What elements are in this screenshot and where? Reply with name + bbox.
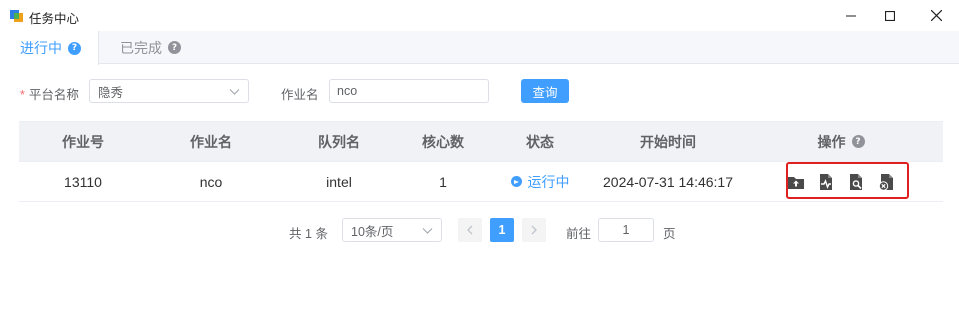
page-size-select[interactable]: 10条/页 (342, 218, 442, 242)
chevron-down-icon (229, 86, 240, 100)
tab-completed[interactable]: 已完成 ? (120, 31, 181, 64)
maximize-icon (885, 10, 895, 21)
running-icon (510, 176, 522, 187)
required-mark: * (20, 88, 25, 102)
cores-cell: 1 (439, 173, 447, 190)
start-time-cell: 2024-07-31 14:46:17 (603, 173, 733, 190)
column-header: 队列名 (318, 133, 360, 150)
title-bar: 任务中心 (0, 0, 959, 31)
queue-cell: intel (326, 173, 352, 190)
job-name-cell: nco (199, 173, 223, 190)
chevron-right-icon (531, 225, 537, 235)
goto-page-input[interactable]: 1 (598, 218, 654, 242)
app-icon (9, 8, 24, 23)
question-icon[interactable]: ? (68, 41, 81, 55)
tab-bar: 进行中 ? 已完成 ? (0, 31, 959, 65)
goto-suffix: 页 (663, 227, 676, 241)
maximize-button[interactable] (867, 0, 913, 31)
pagination-total: 共 1 条 (289, 227, 328, 241)
query-button[interactable]: 查询 (521, 79, 569, 103)
status-badge: 运行中 (510, 172, 570, 192)
column-header: 作业名 (190, 133, 232, 150)
column-header: 开始时间 (640, 133, 696, 150)
platform-label: * 平台名称 (20, 88, 79, 102)
column-header: 核心数 (422, 133, 464, 150)
question-icon[interactable]: ? (851, 135, 865, 148)
prev-page-button[interactable] (458, 218, 482, 242)
job-name-input-value: nco (337, 84, 358, 98)
question-icon[interactable]: ? (168, 41, 181, 54)
page-size-value: 10条/页 (351, 224, 394, 239)
minimize-icon (846, 15, 856, 16)
page-number-button[interactable]: 1 (490, 218, 514, 242)
close-icon (930, 10, 942, 21)
job-name-label: 作业名 (281, 88, 319, 102)
column-header: 状态 (526, 133, 554, 150)
platform-select[interactable]: 隐秀 (89, 79, 249, 103)
tab-in-progress[interactable]: 进行中 ? (0, 31, 99, 65)
next-page-button[interactable] (522, 218, 546, 242)
job-name-input[interactable]: nco (329, 79, 489, 103)
goto-label: 前往 (566, 227, 592, 241)
status-cell: 运行中 (483, 162, 597, 201)
column-header-actions: 操作 ? (739, 122, 943, 161)
close-button[interactable] (913, 0, 959, 31)
table-header: 作业号 作业名 队列名 核心数 状态 开始时间 操作 ? (19, 122, 943, 162)
platform-select-value: 隐秀 (98, 85, 124, 100)
tab-label: 进行中 (20, 40, 62, 56)
tab-label: 已完成 (120, 39, 162, 56)
job-id-cell: 13110 (64, 173, 102, 190)
column-header: 作业号 (62, 133, 104, 150)
chevron-down-icon (422, 225, 433, 239)
actions-highlight-frame (786, 162, 909, 199)
chevron-left-icon (467, 225, 473, 235)
window-title: 任务中心 (29, 12, 80, 26)
